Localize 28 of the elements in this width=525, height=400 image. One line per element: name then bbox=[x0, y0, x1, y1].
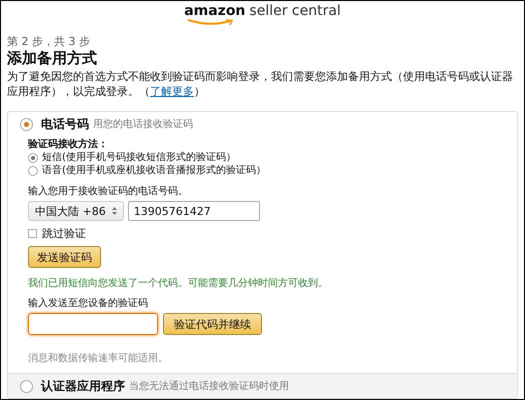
radio-button[interactable] bbox=[28, 152, 38, 162]
rates-note: 消息和数据传输速率可能适用。 bbox=[28, 352, 169, 365]
method-label: 验证码接收方法： bbox=[28, 138, 109, 151]
learn-more-link[interactable]: 了解更多 bbox=[150, 85, 194, 98]
option-hint: 当您无法通过电话接收验证码时使用 bbox=[129, 380, 289, 394]
method-option[interactable]: 语音(使用手机或座机接收语音播报形式的验证码） bbox=[42, 164, 266, 177]
radio-button[interactable] bbox=[20, 118, 33, 130]
updown-icon bbox=[112, 207, 117, 215]
send-code-button[interactable]: 发送验证码 bbox=[28, 246, 101, 268]
option-title: 电话号码 bbox=[41, 116, 89, 133]
method-option[interactable]: 短信(使用手机号码接收短信形式的验证码） bbox=[42, 151, 236, 164]
radio-button[interactable] bbox=[28, 166, 38, 176]
skip-verification-label[interactable]: 跳过验证 bbox=[42, 227, 86, 240]
intro-text: 为了避免因您的首选方式不能收到验证码而影响登录，我们需要您添加备用方式（使用电话号码或认证器应用程序），以完成登录。（了解更多） bbox=[7, 69, 514, 99]
amazon-seller-central-logo: amazon seller central bbox=[184, 3, 341, 35]
code-sent-message: 我们已用短信向您发送了一个代码。可能需要几分钟时间方可收到。 bbox=[28, 277, 329, 290]
page-title: 添加备用方式 bbox=[7, 49, 98, 68]
code-label: 输入发送至您设备的验证码 bbox=[28, 297, 149, 310]
phone-input-field[interactable]: 13905761427 bbox=[128, 201, 260, 221]
code-input-field[interactable] bbox=[28, 313, 158, 335]
phone-label: 输入您用于接收验证码的电话号码。 bbox=[28, 185, 189, 198]
option-hint: 用您的电话接收验证码 bbox=[93, 118, 193, 132]
verify-code-button[interactable]: 验证代码并继续 bbox=[163, 313, 262, 335]
country-code-select[interactable]: 中国大陆 +86 bbox=[28, 201, 124, 221]
option-title: 认证器应用程序 bbox=[41, 378, 125, 395]
step-indicator: 第 2 步，共 3 步 bbox=[7, 35, 91, 49]
radio-button[interactable] bbox=[20, 380, 33, 392]
checkbox[interactable] bbox=[28, 229, 37, 238]
